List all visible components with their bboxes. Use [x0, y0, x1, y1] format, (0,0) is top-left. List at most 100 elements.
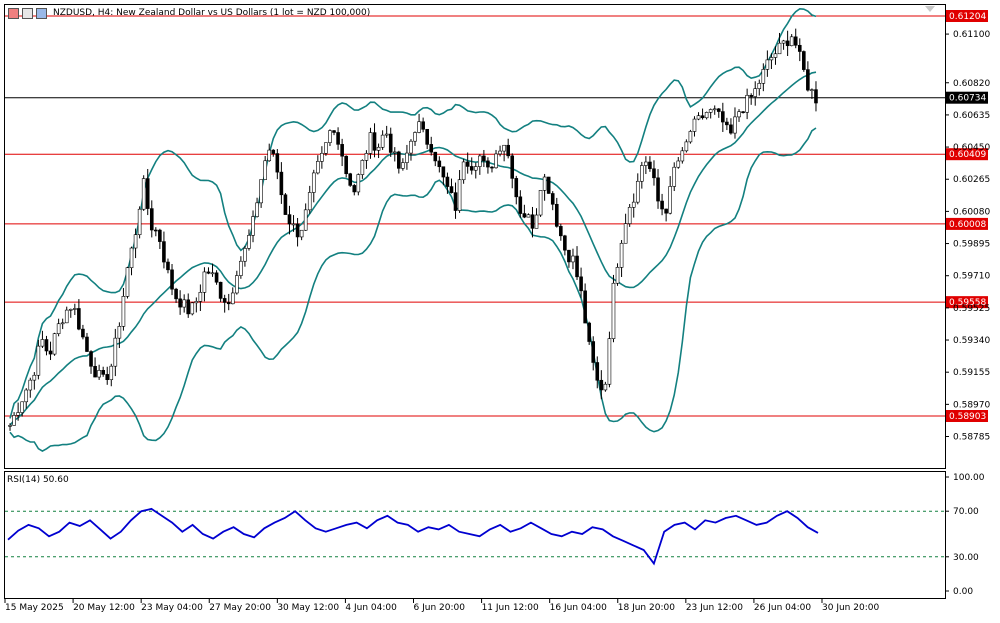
candle-bull — [644, 161, 648, 166]
candle-bull — [619, 242, 624, 268]
candle-bull — [753, 88, 758, 97]
candle-bear — [725, 121, 729, 126]
candle-bear — [206, 271, 211, 274]
candle-bear — [785, 40, 790, 47]
bollinger-bands — [9, 7, 817, 453]
candle-bear — [486, 160, 490, 168]
candle-bull — [405, 152, 409, 163]
candle-bull — [392, 151, 397, 154]
candle-bear — [149, 208, 154, 231]
candle-bear — [550, 193, 555, 205]
candle-bull — [24, 389, 29, 403]
candle-bull — [52, 333, 57, 355]
time-tick-label: 15 May 2025 — [5, 603, 64, 613]
time-tick-label: 18 Jun 20:00 — [618, 603, 675, 613]
candle-bull — [615, 267, 620, 284]
candle-bull — [494, 153, 498, 169]
candle-bull — [737, 111, 741, 118]
candle-bull — [684, 141, 689, 152]
candle-bull — [623, 223, 628, 244]
candle-bull — [303, 209, 308, 231]
candle-bull — [526, 214, 531, 218]
time-tick-label: 26 Jun 04:00 — [754, 603, 811, 613]
window-restore-icon[interactable] — [8, 7, 19, 19]
main-pane-frame — [4, 4, 946, 469]
candle-bear — [77, 308, 81, 330]
candle-bear — [575, 255, 579, 278]
candle-bull — [781, 40, 786, 44]
bollinger-upper — [9, 7, 817, 419]
candle-bear — [372, 132, 377, 151]
candle-bull — [635, 180, 640, 203]
candle-bull — [538, 190, 543, 216]
candle-bull — [672, 166, 677, 187]
candle-bull — [631, 201, 636, 208]
price-tick-label: 0.59895 — [953, 240, 990, 250]
rsi-label: RSI(14) 50.60 — [7, 475, 69, 485]
candle-bull — [603, 383, 608, 391]
window-maximize-icon[interactable] — [36, 7, 47, 19]
candle-bear — [397, 151, 401, 169]
price-chart[interactable]: 0.612040.604090.600080.595580.589030.607… — [0, 0, 1000, 620]
time-tick-label: 23 May 04:00 — [141, 603, 203, 613]
candle-bear — [226, 302, 231, 305]
candle-bull — [356, 174, 361, 193]
candle-bull — [141, 178, 146, 210]
candle-bear — [595, 362, 600, 381]
candle-bear — [271, 149, 276, 154]
time-tick-label: 6 Jun 20:00 — [414, 603, 466, 613]
candle-bull — [688, 131, 693, 143]
chart-header: NZDUSD, H4: New Zealand Dollar vs US Dol… — [8, 6, 370, 20]
autoscroll-marker[interactable] — [925, 6, 935, 12]
candle-bull — [680, 150, 685, 162]
current-price-label: 0.60734 — [949, 94, 986, 104]
candle-bear — [749, 94, 753, 97]
candle-bear — [587, 322, 591, 342]
price-tick-label: 0.58970 — [953, 400, 990, 410]
candle-bull — [117, 326, 122, 339]
candle-bull — [230, 292, 235, 305]
candle-bear — [453, 192, 458, 211]
candle-bull — [328, 130, 332, 143]
candle-bear — [279, 171, 284, 196]
candle-bull — [777, 42, 782, 55]
candle-bear — [506, 144, 510, 157]
candle-bear — [664, 208, 668, 214]
candle-bear — [445, 176, 450, 187]
candle-bull — [243, 248, 247, 262]
candle-bear — [510, 155, 515, 179]
price-tick-label: 0.60820 — [953, 79, 990, 89]
candle-bull — [20, 401, 24, 413]
price-tick-label: 0.60635 — [953, 111, 990, 121]
candle-bear — [567, 249, 571, 263]
candle-bear — [579, 276, 583, 292]
candle-bull — [360, 160, 365, 175]
candle-bull — [267, 149, 272, 162]
rsi-tick-label: 100.00 — [953, 473, 985, 483]
candle-bull — [810, 89, 814, 91]
candle-bear — [721, 111, 725, 123]
candle-bull — [611, 282, 616, 339]
candle-bull — [607, 338, 612, 385]
candle-bull — [676, 160, 681, 168]
chart-container[interactable]: 0.61204 0.60409 0.60008 0.59558 0.58903 0.607… — [0, 0, 1000, 620]
candle-bear — [741, 111, 745, 113]
candle-bull — [696, 115, 701, 120]
candle-bull — [320, 152, 324, 162]
time-tick-label: 30 Jun 20:00 — [822, 603, 879, 613]
candle-bear — [218, 281, 223, 299]
window-minimize-icon[interactable] — [22, 7, 33, 19]
candle-bull — [627, 207, 632, 224]
rsi-line — [7, 507, 819, 566]
candle-bull — [210, 272, 215, 275]
candle-bull — [773, 53, 778, 58]
candle-bull — [255, 202, 259, 217]
price-tick-label: 0.61100 — [953, 30, 990, 40]
candle-bull — [534, 214, 539, 229]
price-tick-label: 0.58785 — [953, 433, 990, 443]
candle-bear — [449, 186, 454, 193]
candle-bear — [482, 155, 486, 162]
candle-bull — [68, 308, 73, 311]
level-tag-label: 0.60008 — [949, 220, 986, 230]
candle-bear — [559, 226, 563, 237]
